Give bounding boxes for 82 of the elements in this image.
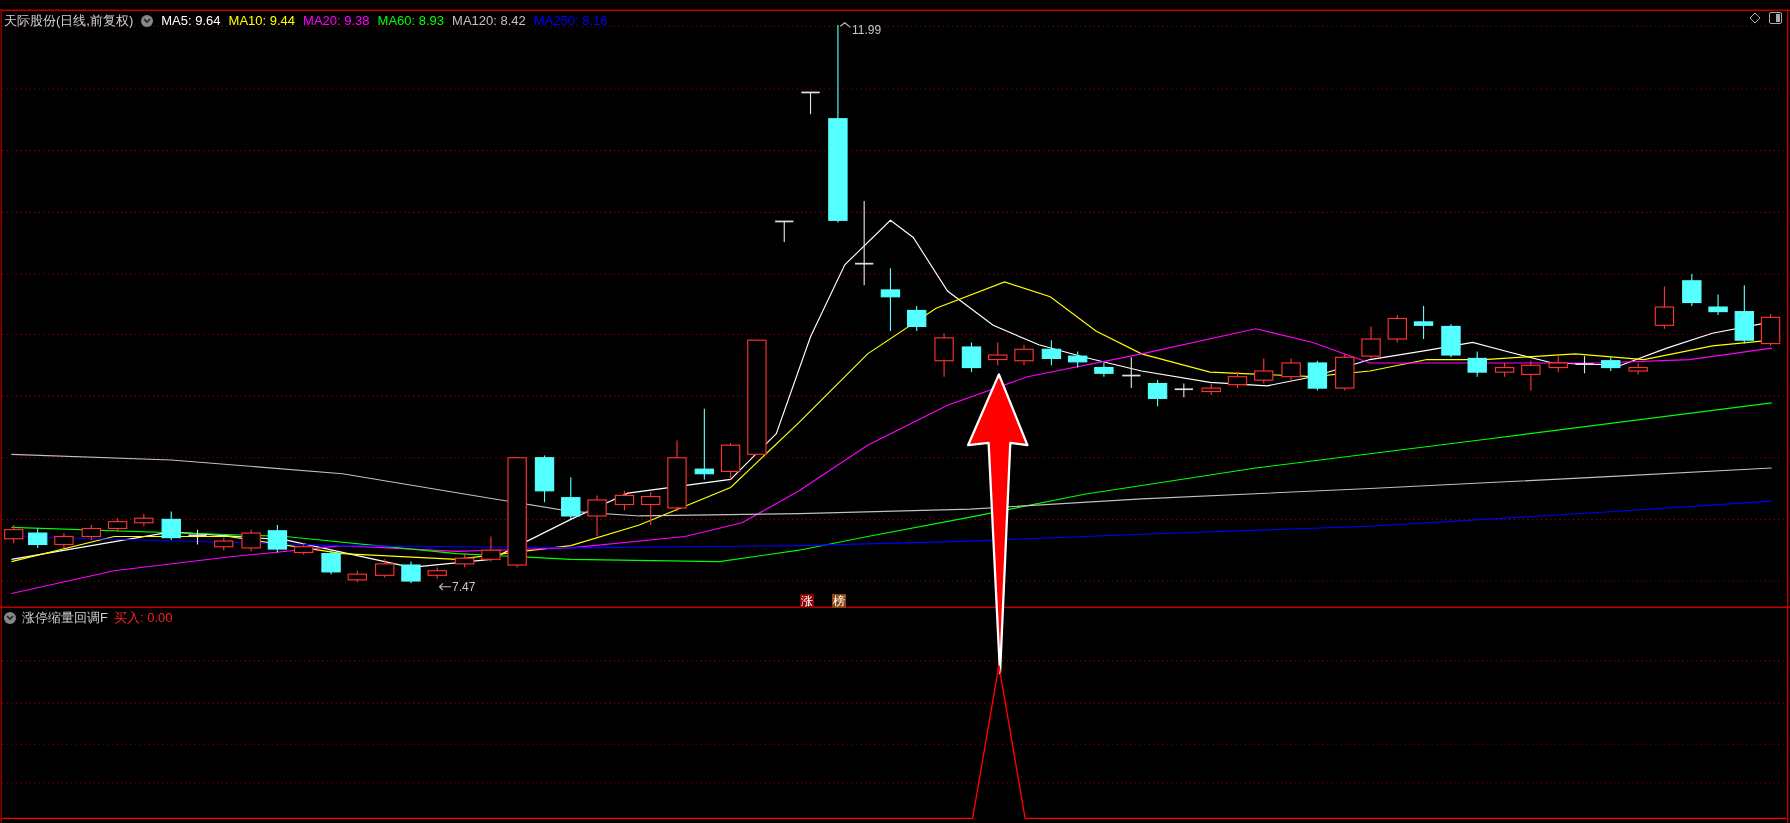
moving-average-value: MA20: 9.38 [303, 12, 370, 30]
candlestick [694, 408, 715, 480]
candlestick [880, 267, 901, 332]
candlestick [134, 513, 154, 527]
candlestick [1682, 273, 1702, 307]
candlestick [454, 553, 475, 568]
candlestick [27, 527, 48, 549]
candlestick [1173, 382, 1194, 398]
candlestick [1041, 339, 1062, 366]
candlestick [293, 542, 314, 556]
candlestick [1094, 362, 1114, 378]
candlestick [614, 490, 635, 511]
candlestick [1734, 284, 1755, 345]
candlestick [347, 570, 367, 583]
candlestick [481, 535, 501, 563]
candlestick [667, 440, 687, 512]
candlestick [321, 549, 341, 575]
candlestick [1281, 357, 1301, 382]
candlestick [1335, 353, 1355, 391]
candlestick [1760, 313, 1781, 347]
candlestick [1708, 293, 1728, 316]
candlestick [401, 561, 421, 584]
candlestick [161, 510, 181, 541]
candlestick [534, 454, 555, 503]
candlestick [375, 558, 395, 579]
candlestick [1654, 285, 1675, 330]
candlestick [427, 566, 447, 580]
moving-average-value: MA120: 8.42 [452, 12, 526, 30]
candlestick [800, 91, 821, 115]
candlestick [720, 442, 741, 480]
moving-average-value: MA250: 8.16 [533, 12, 608, 30]
candlestick [1254, 357, 1274, 385]
candlestick [961, 341, 982, 373]
candlestick [1601, 356, 1621, 372]
candlestick [214, 537, 234, 551]
candlestick [1548, 355, 1568, 373]
moving-average-value: MA60: 8.93 [377, 12, 445, 30]
candlestick [1361, 325, 1381, 359]
candlestick [1521, 360, 1541, 391]
candlestick [1467, 351, 1487, 378]
candlestick [1227, 371, 1248, 389]
panel-toggle-icon[interactable] [1769, 12, 1782, 24]
candlestick [587, 494, 607, 538]
candlestick [1147, 379, 1168, 407]
indicator-title: 涨停缩量回调F [22, 609, 108, 627]
moving-average-value: MA10: 9.44 [228, 12, 296, 30]
collapse-icon[interactable] [141, 15, 154, 27]
candlestick [241, 529, 261, 552]
candlestick [1494, 362, 1515, 378]
leader-line [438, 582, 452, 591]
candlestick [561, 476, 581, 520]
leader-line [839, 22, 852, 28]
candlestick [1441, 323, 1461, 358]
diamond-icon[interactable] [1749, 12, 1761, 24]
candlestick [1121, 356, 1142, 389]
chart-title: 天际股份(日线,前复权) [4, 12, 134, 30]
candlestick [907, 305, 927, 332]
limit-up-marker: 榜 [832, 594, 846, 608]
candlestick [1574, 355, 1595, 374]
collapse-icon[interactable] [4, 612, 16, 624]
candlestick [1307, 360, 1328, 391]
candlestick [1413, 305, 1434, 340]
candlestick [1014, 344, 1034, 366]
candlestick [1067, 351, 1088, 369]
candlestick [1387, 314, 1407, 343]
candlestick [107, 517, 128, 533]
low-price-label: 7.47 [452, 579, 476, 596]
candlestick [81, 524, 102, 541]
candlestick [934, 332, 954, 378]
signal-value: 买入: 0.00 [113, 609, 173, 627]
high-price-label: 11.99 [852, 22, 882, 39]
candlestick [774, 220, 795, 243]
candlestick [1201, 382, 1221, 396]
candlestick [187, 529, 208, 546]
limit-up-marker: 涨 [800, 594, 814, 608]
moving-average-value: MA5: 9.64 [161, 12, 221, 30]
candlestick [267, 524, 288, 554]
candlestick [1628, 362, 1648, 375]
candlestick [54, 532, 74, 549]
candlestick [4, 524, 24, 544]
candlestick [988, 341, 1008, 366]
candlestick [641, 491, 661, 526]
